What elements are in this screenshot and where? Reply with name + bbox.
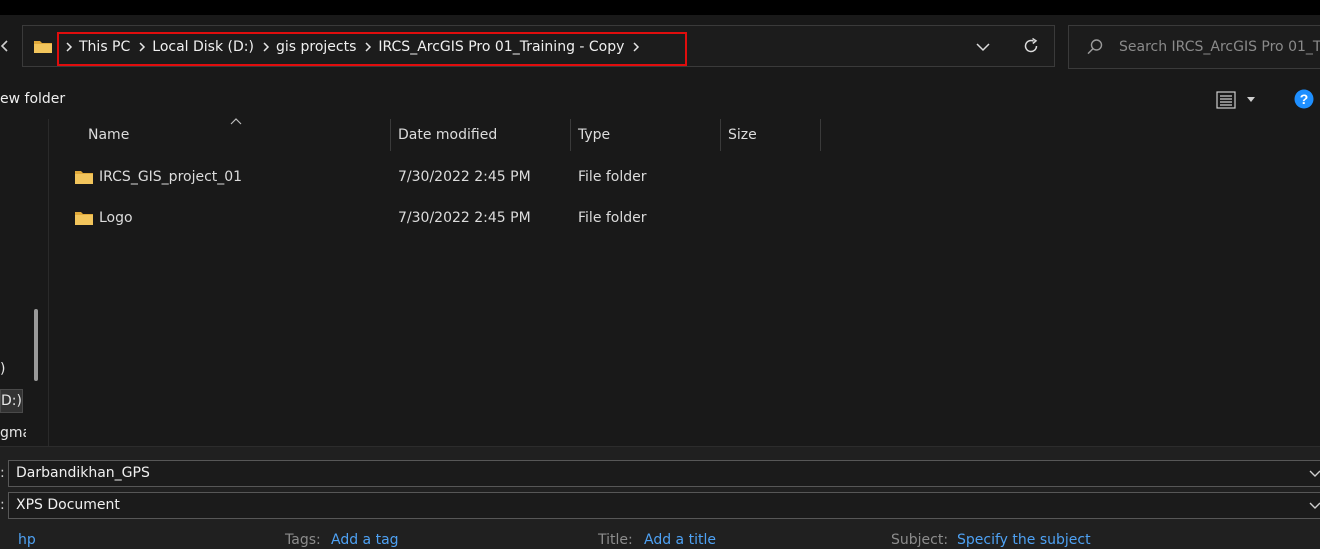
file-type: File folder bbox=[578, 210, 647, 226]
nav-item[interactable]: gma bbox=[0, 425, 26, 441]
column-divider[interactable] bbox=[720, 119, 721, 151]
folder-icon bbox=[75, 212, 93, 225]
refresh-icon[interactable] bbox=[1022, 37, 1040, 55]
field-label-colon: : bbox=[0, 497, 5, 513]
top-strip bbox=[0, 0, 1320, 15]
chevron-down-icon[interactable] bbox=[975, 39, 991, 55]
nav-scrollbar-thumb[interactable] bbox=[34, 309, 38, 381]
table-row[interactable]: IRCS_GIS_project_01 7/30/2022 2:45 PM Fi… bbox=[62, 160, 1302, 196]
chevron-down-icon[interactable] bbox=[1309, 470, 1320, 478]
file-name-value: Darbandikhan_GPS bbox=[16, 465, 150, 481]
file-name: Logo bbox=[99, 210, 133, 226]
folder-icon bbox=[75, 171, 93, 184]
save-as-type-value: XPS Document bbox=[16, 497, 120, 513]
column-divider[interactable] bbox=[820, 119, 821, 151]
column-header-type[interactable]: Type bbox=[578, 127, 610, 143]
file-type: File folder bbox=[578, 169, 647, 185]
file-name: IRCS_GIS_project_01 bbox=[99, 169, 243, 185]
column-divider[interactable] bbox=[570, 119, 571, 151]
sort-ascending-icon bbox=[230, 118, 242, 125]
help-icon[interactable]: ? bbox=[1294, 89, 1314, 109]
caret-down-icon[interactable] bbox=[1246, 96, 1256, 104]
field-label-colon: : bbox=[0, 465, 5, 481]
file-date: 7/30/2022 2:45 PM bbox=[398, 210, 531, 226]
highlight-box bbox=[57, 32, 687, 66]
new-folder-button[interactable]: ew folder bbox=[0, 91, 65, 107]
svg-text:?: ? bbox=[1300, 91, 1309, 107]
search-input[interactable]: Search IRCS_ArcGIS Pro 01_Tr... bbox=[1119, 39, 1320, 55]
subject-link[interactable]: Specify the subject bbox=[957, 532, 1091, 548]
column-divider[interactable] bbox=[390, 119, 391, 151]
tags-label: Tags: bbox=[285, 532, 321, 548]
column-header-date-modified[interactable]: Date modified bbox=[398, 127, 497, 143]
save-as-type-select[interactable]: XPS Document bbox=[8, 492, 1320, 519]
title-link[interactable]: Add a title bbox=[644, 532, 716, 548]
table-row[interactable]: Logo 7/30/2022 2:45 PM File folder bbox=[62, 201, 1302, 237]
view-options-icon[interactable] bbox=[1216, 90, 1236, 110]
column-header-name[interactable]: Name bbox=[88, 127, 129, 143]
nav-item[interactable]: ) bbox=[0, 361, 5, 377]
back-chevron-icon[interactable] bbox=[0, 36, 10, 56]
file-name-input[interactable]: Darbandikhan_GPS bbox=[8, 460, 1320, 487]
subject-label: Subject: bbox=[891, 532, 949, 548]
folder-icon bbox=[34, 41, 52, 53]
authors-value[interactable]: hp bbox=[18, 532, 36, 548]
search-icon bbox=[1087, 39, 1103, 55]
file-date: 7/30/2022 2:45 PM bbox=[398, 169, 531, 185]
chevron-down-icon[interactable] bbox=[1309, 502, 1320, 510]
command-bar bbox=[0, 83, 1320, 119]
column-header-size[interactable]: Size bbox=[728, 127, 757, 143]
tags-link[interactable]: Add a tag bbox=[331, 532, 399, 548]
nav-item-selected[interactable]: D:) bbox=[0, 389, 23, 413]
title-label: Title: bbox=[598, 532, 633, 548]
